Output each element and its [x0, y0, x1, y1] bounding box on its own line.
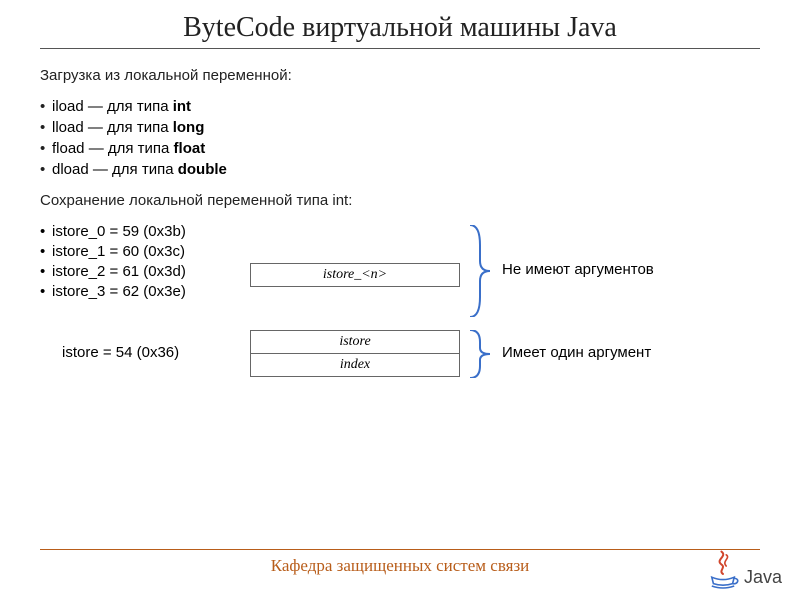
istore-n-box: istore_<n>	[250, 263, 460, 287]
footer-divider	[40, 549, 760, 550]
istore-group: istore_0 = 59 (0x3b) istore_1 = 60 (0x3c…	[40, 223, 760, 300]
opcode: iload	[52, 98, 84, 115]
list-item: istore_0 = 59 (0x3b)	[40, 223, 760, 240]
opcode: fload	[52, 140, 85, 157]
istore-index-box: istore index	[250, 330, 460, 377]
box-cell-index: index	[251, 353, 459, 376]
op-text: — для типа	[89, 161, 178, 178]
box-cell-istore: istore	[251, 331, 459, 353]
type-name: long	[173, 119, 205, 136]
istore-single-group: istore = 54 (0x36) istore index Имеет од…	[40, 330, 760, 390]
op-text: — для типа	[84, 98, 173, 115]
istore-single-label: istore = 54 (0x36)	[62, 344, 179, 361]
slide: ByteCode виртуальной машины Java Загрузк…	[0, 0, 800, 600]
section-store-label: Сохранение локальной переменной типа int…	[40, 192, 760, 209]
bracket-icon	[468, 330, 490, 378]
type-name: double	[178, 161, 227, 178]
footer: Кафедра защищенных систем связи	[0, 549, 800, 576]
java-logo: Java	[706, 550, 782, 590]
title-divider	[40, 48, 760, 49]
coffee-cup-icon	[706, 550, 740, 590]
op-text: — для типа	[84, 119, 173, 136]
type-name: int	[173, 98, 191, 115]
opcode: lload	[52, 119, 84, 136]
opcode: dload	[52, 161, 89, 178]
list-item: lload — для типа long	[40, 119, 760, 136]
bracket-icon	[468, 225, 490, 317]
op-text: — для типа	[85, 140, 174, 157]
java-word: Java	[744, 567, 782, 590]
load-list: iload — для типа int lload — для типа lo…	[40, 98, 760, 178]
department-label: Кафедра защищенных систем связи	[0, 556, 800, 576]
note-no-args: Не имеют аргументов	[502, 261, 654, 278]
slide-title: ByteCode виртуальной машины Java	[40, 12, 760, 44]
list-item: iload — для типа int	[40, 98, 760, 115]
list-item: fload — для типа float	[40, 140, 760, 157]
note-one-arg: Имеет один аргумент	[502, 344, 651, 361]
type-name: float	[174, 140, 206, 157]
section-load-label: Загрузка из локальной переменной:	[40, 67, 760, 84]
list-item: dload — для типа double	[40, 161, 760, 178]
list-item: istore_1 = 60 (0x3c)	[40, 243, 760, 260]
